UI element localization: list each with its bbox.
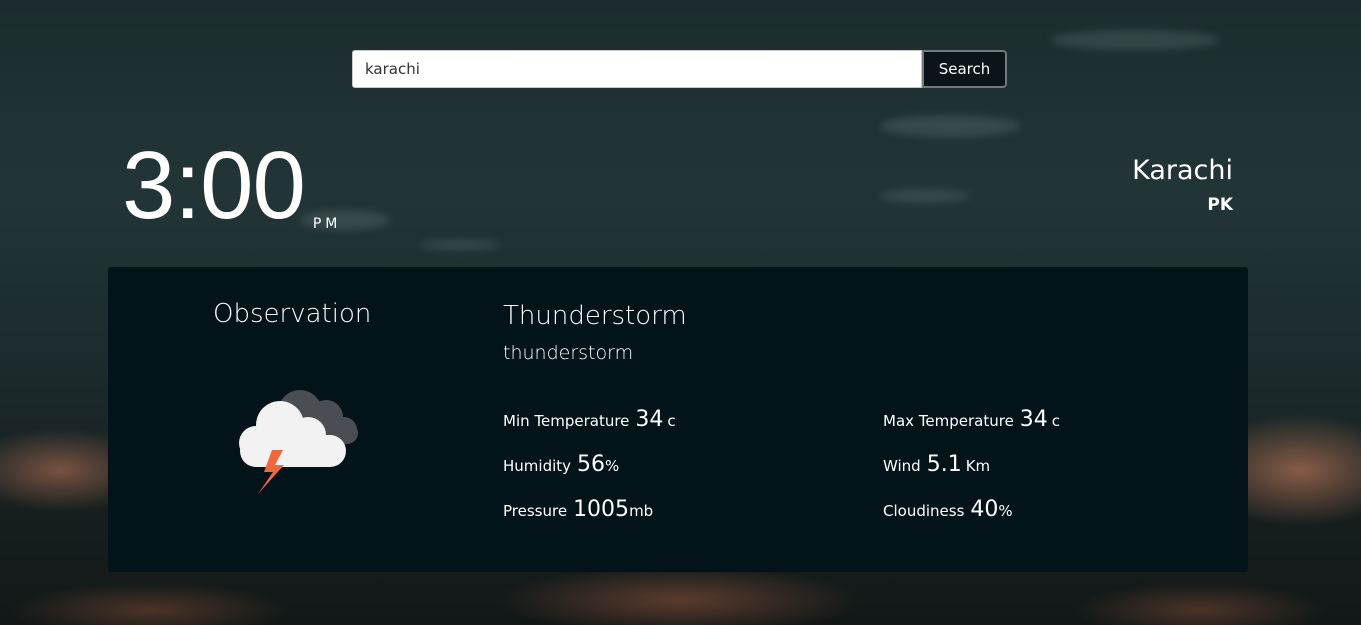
city-name: Karachi bbox=[1132, 155, 1233, 186]
search-button[interactable]: Search bbox=[922, 50, 1007, 88]
location: Karachi PK bbox=[1132, 155, 1233, 215]
stat-label: Max Temperature bbox=[883, 412, 1014, 430]
stat-label: Cloudiness bbox=[883, 502, 965, 520]
stat-unit: mb bbox=[629, 502, 654, 520]
stat-label: Min Temperature bbox=[503, 412, 630, 430]
stat-value: 5.1 bbox=[926, 452, 962, 477]
stat-unit: % bbox=[605, 457, 620, 475]
wind: Wind 5.1 Km bbox=[883, 452, 990, 477]
humidity: Humidity 56 % bbox=[503, 452, 619, 477]
time-period: PM bbox=[312, 216, 342, 232]
stat-unit: c bbox=[1051, 412, 1061, 430]
stat-unit: Km bbox=[965, 457, 991, 475]
stat-unit: c bbox=[667, 412, 676, 430]
stat-value: 1005 bbox=[573, 497, 630, 522]
search-input[interactable] bbox=[352, 50, 922, 88]
thunderstorm-cloud-icon bbox=[239, 390, 358, 494]
background-cloud bbox=[1050, 30, 1220, 50]
background-cloud bbox=[880, 190, 970, 202]
clock: 3:00 PM bbox=[122, 138, 341, 234]
stat-value: 56 bbox=[577, 452, 606, 477]
observation-panel: Observation Thunderstorm thunderstorm Mi… bbox=[108, 267, 1248, 572]
cloudiness: Cloudiness 40 % bbox=[883, 497, 1013, 522]
stat-value: 34 bbox=[635, 407, 664, 432]
time-value: 3:00 bbox=[122, 132, 306, 239]
stat-unit: % bbox=[998, 502, 1013, 520]
stat-value: 40 bbox=[970, 497, 999, 522]
stat-label: Wind bbox=[883, 457, 921, 475]
condition-description: thunderstorm bbox=[503, 342, 634, 364]
stat-value: 34 bbox=[1019, 407, 1048, 432]
observation-heading: Observation bbox=[213, 299, 372, 329]
stat-label: Pressure bbox=[503, 502, 568, 520]
background-cloud bbox=[880, 115, 1020, 137]
min-temperature: Min Temperature 34 c bbox=[503, 407, 676, 432]
stat-label: Humidity bbox=[503, 457, 572, 475]
condition-title: Thunderstorm bbox=[503, 301, 687, 331]
country-code: PK bbox=[1207, 195, 1233, 216]
max-temperature: Max Temperature 34 c bbox=[883, 407, 1060, 432]
pressure: Pressure 1005 mb bbox=[503, 497, 653, 522]
search-bar: Search bbox=[352, 50, 1007, 88]
background-cloud bbox=[420, 240, 500, 250]
